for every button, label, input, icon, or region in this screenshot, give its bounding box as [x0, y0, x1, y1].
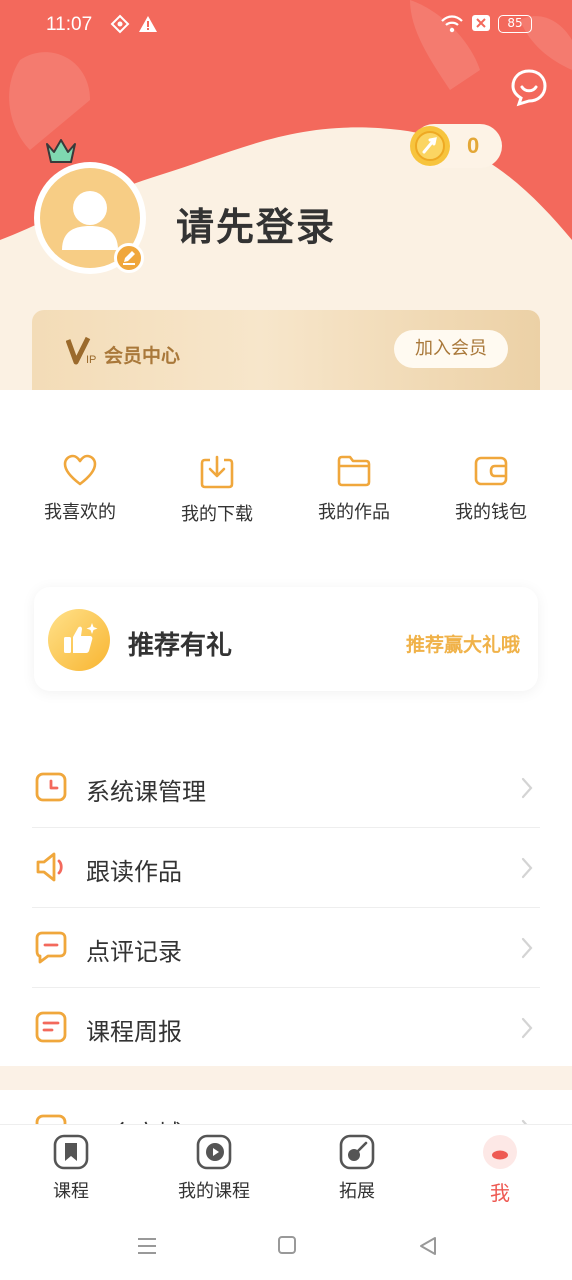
- wifi-icon: [441, 15, 463, 33]
- edit-icon: [123, 251, 135, 265]
- report-icon: [35, 1011, 67, 1043]
- quick-action-downloads[interactable]: 我的下载: [157, 440, 277, 526]
- section-divider: [0, 1066, 572, 1090]
- tab-label: 课程: [53, 1181, 89, 1202]
- chat-icon[interactable]: [509, 67, 549, 107]
- system-nav-bar: [0, 1210, 572, 1280]
- menu-item-label: 跟读作品: [86, 858, 182, 886]
- login-prompt[interactable]: 请先登录: [176, 196, 336, 251]
- thumbs-up-badge: [48, 609, 110, 671]
- quick-action-label: 我的下载: [181, 504, 253, 525]
- chevron-right-icon: [521, 1017, 533, 1039]
- join-member-button[interactable]: 加入会员: [394, 330, 508, 368]
- referral-title: 推荐有礼: [128, 631, 233, 661]
- tab-explore[interactable]: 拓展: [297, 1133, 417, 1203]
- heart-icon: [63, 454, 97, 486]
- thumbs-up-icon: [64, 623, 98, 653]
- bookmark-icon: [53, 1134, 89, 1170]
- clock-calendar-icon: [35, 772, 67, 802]
- referral-card[interactable]: 推荐有礼 推荐赢大礼哦: [34, 587, 538, 691]
- back-icon[interactable]: [417, 1235, 439, 1257]
- svg-text:IP: IP: [86, 354, 96, 366]
- status-time: 11:07: [46, 14, 93, 35]
- bottom-tab-bar: 课程 我的课程 拓展 我: [0, 1124, 572, 1210]
- home-icon[interactable]: [277, 1235, 297, 1255]
- menu-item-weekly-report[interactable]: 课程周报: [32, 988, 540, 1068]
- referral-link[interactable]: 推荐赢大礼哦: [406, 630, 520, 657]
- battery-indicator: 85: [498, 15, 532, 33]
- quick-action-label: 我的钱包: [455, 502, 527, 523]
- vip-center-card[interactable]: IP 会员中心 加入会员: [32, 310, 540, 390]
- menu-item-label: 点评记录: [86, 938, 182, 966]
- chevron-right-icon: [521, 857, 533, 879]
- tab-label: 我: [490, 1181, 510, 1205]
- warning-icon: [139, 16, 157, 32]
- tab-label: 我的课程: [178, 1181, 250, 1202]
- crown-icon: [46, 139, 76, 163]
- edit-avatar-button[interactable]: [114, 243, 144, 273]
- vip-center-label: 会员中心: [104, 345, 181, 367]
- tab-courses[interactable]: 课程: [11, 1133, 131, 1203]
- chevron-right-icon: [521, 937, 533, 959]
- menu-item-read-along[interactable]: 跟读作品: [32, 828, 540, 908]
- menu-list: 系统课管理 跟读作品 点评记录 课程周报: [32, 748, 540, 1068]
- menu-item-label: 系统课管理: [86, 778, 206, 806]
- menu-item-label: 课程周报: [86, 1018, 182, 1046]
- quick-action-label: 我喜欢的: [44, 502, 116, 523]
- vip-logo-icon: IP: [66, 336, 96, 366]
- chevron-right-icon: [521, 777, 533, 799]
- explore-icon: [339, 1134, 375, 1170]
- quick-action-wallet[interactable]: 我的钱包: [431, 440, 551, 524]
- speaker-icon: [36, 852, 63, 882]
- tab-label: 拓展: [339, 1181, 375, 1202]
- tab-my-courses[interactable]: 我的课程: [154, 1133, 274, 1203]
- quick-action-favorites[interactable]: 我喜欢的: [20, 440, 140, 524]
- folder-icon: [337, 455, 371, 487]
- coin-count: 0: [467, 133, 480, 158]
- wallet-icon: [474, 456, 508, 486]
- quick-actions: 我喜欢的 我的下载 我的作品 我的钱包: [0, 440, 572, 540]
- quick-action-label: 我的作品: [318, 502, 390, 523]
- coin-icon: [410, 126, 450, 166]
- download-icon: [200, 455, 234, 489]
- me-icon: [483, 1135, 517, 1169]
- profile-header: 11:07 85 0 请先登录 IP 会员中心 加入会员: [0, 0, 572, 390]
- menu-icon[interactable]: [136, 1236, 158, 1256]
- location-icon: [110, 14, 130, 34]
- tab-me[interactable]: 我: [440, 1133, 560, 1206]
- menu-item-review-records[interactable]: 点评记录: [32, 908, 540, 988]
- play-icon: [196, 1134, 232, 1170]
- quick-action-works[interactable]: 我的作品: [294, 440, 414, 524]
- status-bar: 11:07 85: [0, 0, 572, 52]
- sim-off-icon: [472, 15, 490, 31]
- comment-icon: [35, 931, 67, 964]
- menu-item-course-management[interactable]: 系统课管理: [32, 748, 540, 828]
